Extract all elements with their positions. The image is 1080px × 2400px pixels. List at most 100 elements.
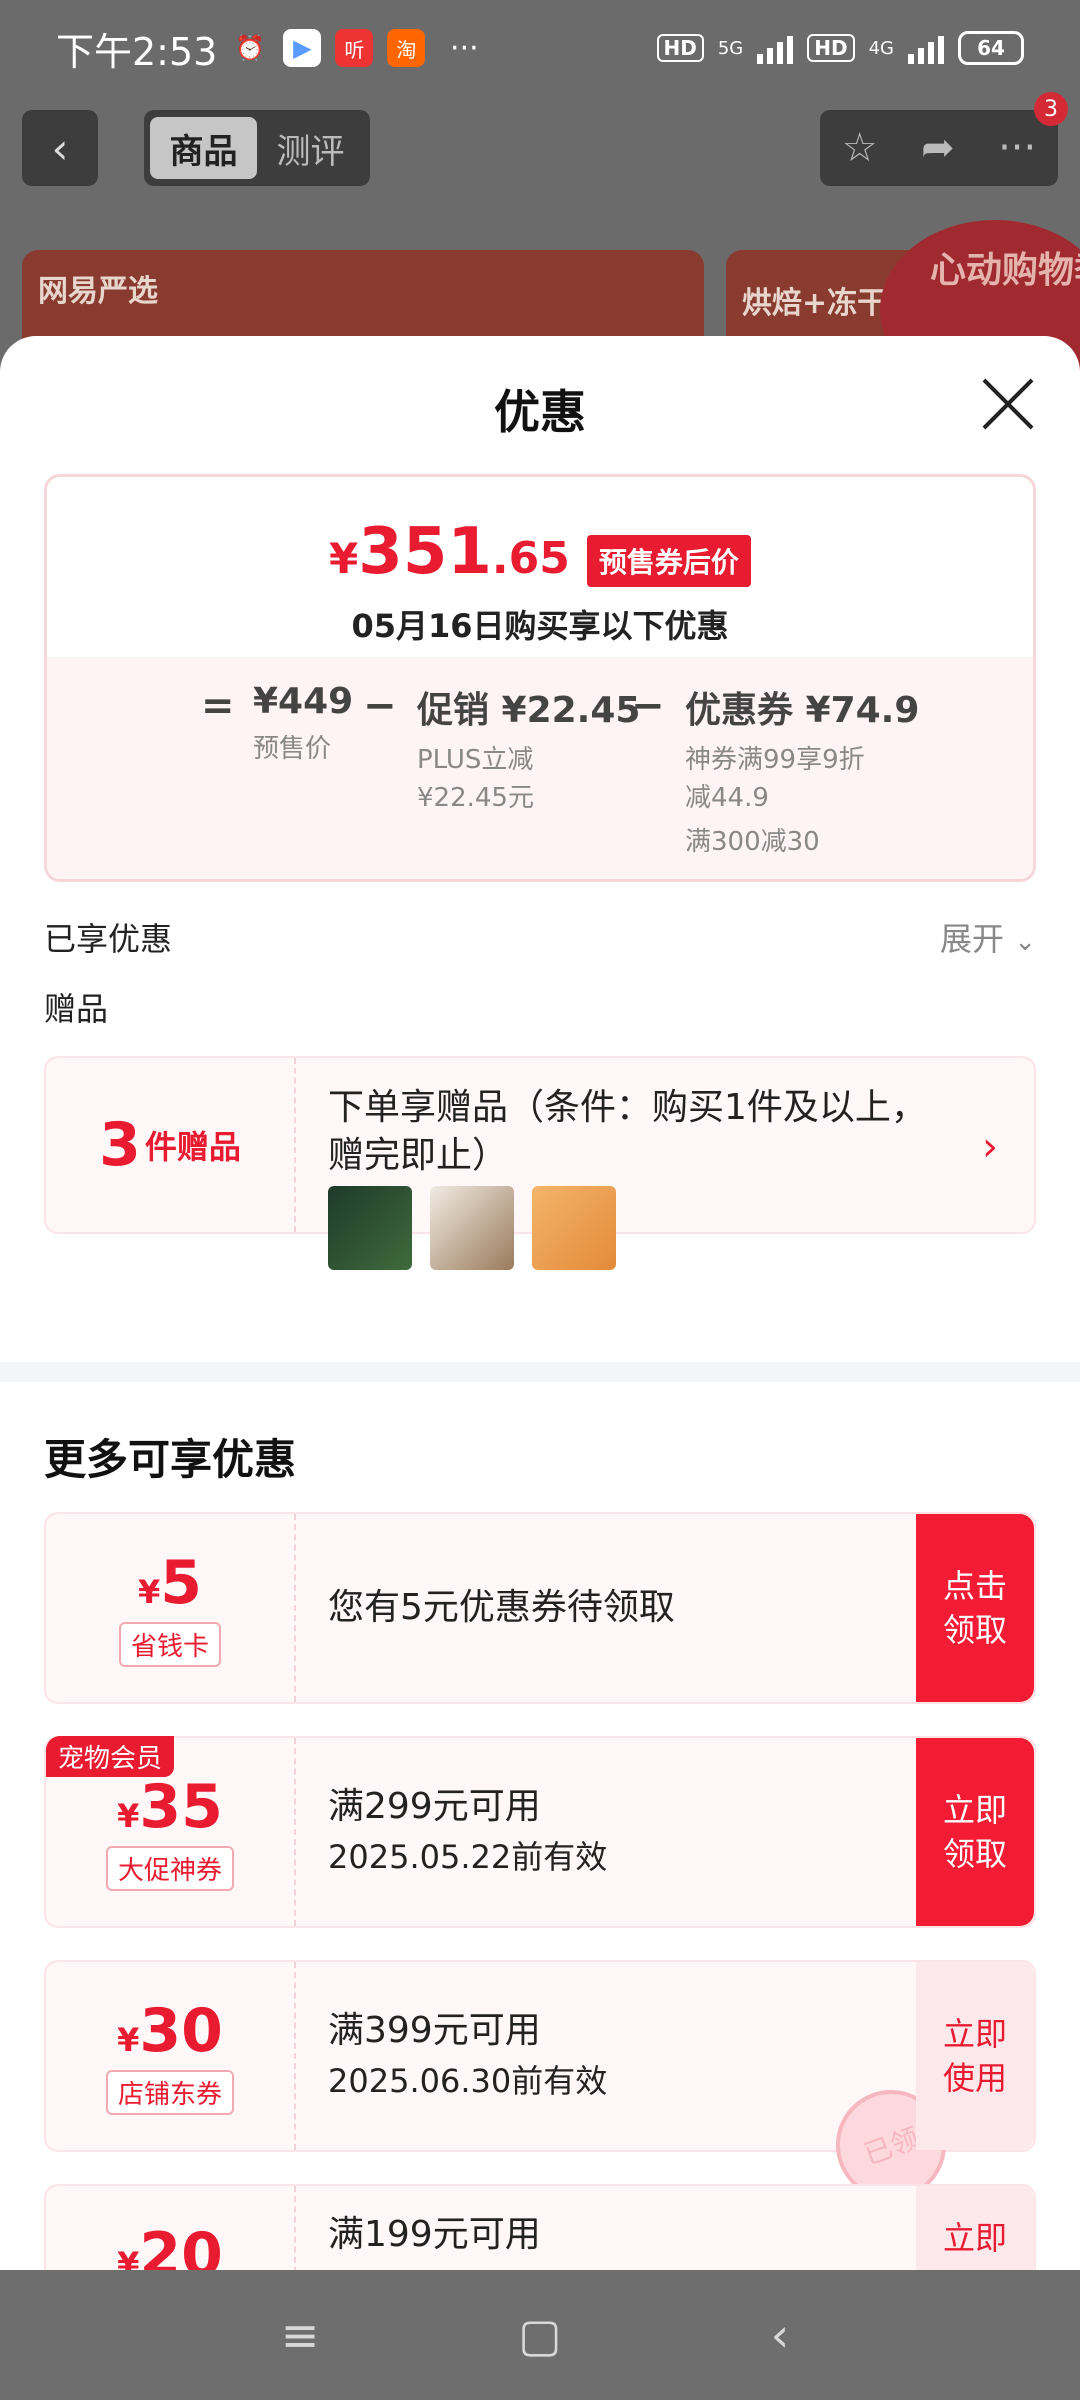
member-flag: 宠物会员 [46, 1736, 175, 1777]
tab-product[interactable]: 商品 [150, 117, 257, 179]
use-button[interactable]: 立即使用 [916, 1962, 1034, 2150]
coupon-title: 优惠券 ¥74.9 [685, 690, 920, 731]
section-divider [0, 1362, 1080, 1382]
alarm-icon: ⏰ [235, 34, 266, 62]
system-nav-bar: ≡ ▢ ‹ [0, 2270, 1080, 2400]
coupon-info: 满199元可用 [328, 2186, 541, 2270]
action-group: ☆ ➦ ··· 3 [820, 92, 1068, 186]
price-decimal: .65 [491, 533, 570, 584]
promo-sub2: ¥22.45元 [417, 783, 534, 813]
coupon-amount-value: 30 [139, 1996, 223, 2066]
home-icon[interactable]: ▢ [510, 2305, 570, 2365]
coupon-tag: 店铺东券 [105, 2070, 234, 2115]
price-breakdown: = ¥449 预售价 − 促销 ¥22.45 PLUS立减 ¥22.45元 − … [47, 657, 1033, 879]
coupon-tag: 大促神券 [105, 1846, 234, 1891]
status-bar: 下午2:53 ⏰ ▶ 听 淘 ··· HD 5G HD 4G 64 [0, 0, 1080, 96]
coupon-info: 您有5元优惠券待领取 [328, 1514, 675, 1702]
more-discounts-title: 更多可享优惠 [44, 1435, 297, 1484]
coupon-line2: 2025.05.22前有效 [328, 1838, 608, 1876]
coupon-tag: 省钱卡 [118, 1622, 221, 1667]
background-page: 下午2:53 ⏰ ▶ 听 淘 ··· HD 5G HD 4G 64 ‹ 商品 测… [0, 0, 1080, 400]
gift-description: 下单享赠品（条件：购买1件及以上，赠完即止） [328, 1087, 927, 1176]
more-icon[interactable]: ··· [998, 125, 1036, 171]
coupon-amount: ¥20 [46, 2220, 294, 2270]
coupon-card: ¥20 满199元可用 立即 [44, 2184, 1036, 2270]
discount-sheet: 优惠 ¥ 351 .65 预售券后价 05月16日购买享以下优惠 = ¥449 … [0, 336, 1080, 2270]
promo-title: 促销 ¥22.45 [417, 690, 641, 731]
promo-sub: PLUS立减 [417, 745, 534, 775]
expand-toggle[interactable]: 展开 ⌄ [940, 914, 1036, 960]
more-dots: ··· [450, 30, 479, 66]
sheet-title: 优惠 [494, 385, 586, 439]
gift-thumbnails [328, 1186, 616, 1270]
taobao-icon: 淘 [387, 29, 426, 67]
net-5g: 5G [717, 37, 744, 59]
back-button[interactable]: ‹ [22, 110, 98, 186]
coupon-amount: ¥30 [46, 1996, 294, 2066]
back-icon[interactable]: ‹ [750, 2305, 810, 2365]
menu-icon[interactable]: ≡ [270, 2305, 330, 2365]
coupon-card: ¥30 店铺东券 满399元可用 2025.06.30前有效 已领 立即使用 [44, 1960, 1036, 2216]
coupon-yen: ¥ [117, 2245, 140, 2270]
expand-label: 展开 [940, 920, 1005, 958]
coupon-amount-value: 5 [160, 1548, 202, 1618]
claim-button[interactable]: 立即领取 [916, 1738, 1034, 1926]
status-time: 下午2:53 [56, 29, 218, 74]
tab-review[interactable]: 测评 [257, 117, 364, 179]
share-icon[interactable]: ➦ [921, 125, 955, 171]
chevron-right-icon: › [982, 1124, 998, 1170]
gift-card[interactable]: 3 件赠品 下单享赠品（条件：购买1件及以上，赠完即止） › [44, 1056, 1036, 1270]
coupon-line2: 2025.06.30前有效 [328, 2062, 608, 2100]
play-icon: ▶ [283, 29, 322, 67]
coupon-line1: 您有5元优惠券待领取 [328, 1587, 675, 1628]
coupon-line1: 满399元可用 [328, 2010, 541, 2051]
tab-switcher: 商品 测评 [144, 110, 370, 186]
gift-count-number: 3 [99, 1110, 141, 1180]
chevron-left-icon: ‹ [51, 123, 69, 173]
chevron-down-icon: ⌄ [1014, 927, 1036, 957]
coupon-sub2: 减44.9 [685, 783, 769, 813]
net-4g: 4G [868, 37, 894, 59]
final-price: ¥ 351 .65 [329, 515, 570, 589]
star-icon[interactable]: ☆ [842, 125, 878, 171]
price-integer: 351 [358, 515, 492, 589]
brand-label: 网易严选 [38, 274, 158, 309]
coupon-amount: ¥5 [46, 1548, 294, 1618]
price-summary: ¥ 351 .65 预售券后价 05月16日购买享以下优惠 [47, 477, 1033, 657]
signal-icon-2 [908, 32, 944, 64]
coupon-info: 满399元可用 2025.06.30前有效 [328, 1962, 607, 2150]
coupon-value: ¥30 店铺东券 [46, 1962, 296, 2150]
coupon-sub3: 满300减30 [685, 827, 820, 857]
coupon-yen: ¥ [137, 1573, 161, 1611]
coupon-card: ¥35 大促神券 宠物会员 满299元可用 2025.05.22前有效 立即领取 [44, 1736, 1036, 1928]
coupon-info: 满299元可用 2025.05.22前有效 [328, 1738, 607, 1926]
gift-count-unit: 件赠品 [144, 1128, 241, 1166]
close-icon[interactable] [980, 376, 1036, 432]
presale-column: ¥449 预售价 [253, 681, 353, 768]
notification-badge: 3 [1034, 92, 1068, 126]
coupon-amount: ¥35 [46, 1772, 294, 1842]
gift-count: 3 件赠品 [46, 1058, 296, 1232]
hd-icon: HD [656, 34, 704, 62]
gift-thumb-3 [532, 1186, 616, 1270]
equals-sign: = [201, 683, 235, 729]
coupon-card: ¥5 省钱卡 您有5元优惠券待领取 点击领取 [44, 1512, 1036, 1704]
coupon-amount-value: 20 [139, 2220, 223, 2270]
presale-value: ¥449 [253, 681, 354, 722]
enjoyed-label: 已享优惠 [44, 920, 173, 958]
top-nav: ‹ 商品 测评 ☆ ➦ ··· 3 [22, 92, 1068, 186]
price-card: ¥ 351 .65 预售券后价 05月16日购买享以下优惠 = ¥449 预售价… [44, 474, 1036, 882]
minus-sign: − [363, 683, 397, 729]
use-button[interactable]: 立即 [916, 2186, 1034, 2270]
coupon-line1: 满199元可用 [328, 2214, 541, 2255]
claim-button[interactable]: 点击领取 [916, 1514, 1034, 1702]
hd-icon-2: HD [807, 34, 855, 62]
side-banner-text: 烘焙+冻干 [742, 286, 888, 321]
gift-label: 赠品 [44, 990, 109, 1028]
ting-app-icon: 听 [335, 29, 374, 67]
minus-sign-2: − [631, 683, 665, 729]
coupon-value: ¥20 [46, 2186, 296, 2270]
presale-price-tag: 预售券后价 [586, 534, 751, 587]
coupon-yen: ¥ [117, 1797, 140, 1835]
promo-column: 促销 ¥22.45 PLUS立减 ¥22.45元 [417, 681, 640, 817]
